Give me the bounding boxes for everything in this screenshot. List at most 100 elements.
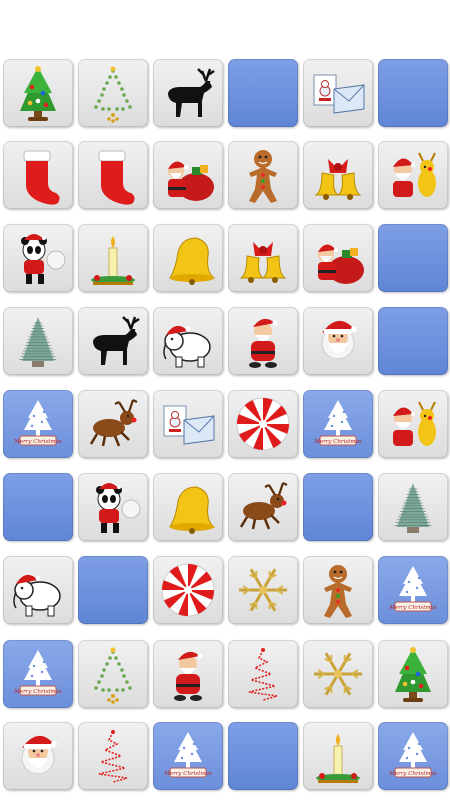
peppermint-icon [161,563,215,617]
card-tile-swirl-tree[interactable] [228,640,298,708]
santa-reindeer-icon [393,152,436,197]
bell-icon [169,486,216,534]
card-tile-flying-reindeer[interactable] [228,473,298,541]
santa-sitting-icon [249,318,278,368]
card-tile-bells-bow[interactable] [303,141,373,209]
snow-tree-card-icon: Merry Christmas [313,400,362,446]
card-tile-elephant[interactable] [153,307,223,375]
bell-icon [169,237,216,285]
card-tile-bell[interactable] [153,224,223,292]
card-tile-dotted-tree[interactable] [78,640,148,708]
snow-tree-card-icon: Merry Christmas [388,732,437,778]
santa-sitting-icon [174,651,203,701]
reindeer-silhouette-icon [93,316,140,365]
card-tile-bells-bow[interactable] [228,224,298,292]
flying-reindeer-icon [89,399,138,447]
card-tile-snow-tree-card[interactable]: Merry Christmas [153,722,223,790]
panda-icon [96,483,141,533]
christmas-tree-icon [395,647,431,702]
card-tile-snow-tree-card[interactable]: Merry Christmas [3,640,73,708]
hidden-card-tile[interactable] [3,473,73,541]
dotted-tree-icon [94,647,132,704]
card-tile-snowflake[interactable] [228,556,298,624]
card-tile-snowflake[interactable] [303,640,373,708]
elephant-icon [163,325,211,368]
dotted-tree-icon [94,66,132,123]
card-tile-elephant[interactable] [3,556,73,624]
swirl-tree-icon [97,730,128,783]
card-tile-christmas-tree[interactable] [3,59,73,127]
card-tile-candle[interactable] [78,224,148,292]
christmas-tree-icon [20,66,56,121]
card-tile-christmas-tree[interactable] [378,640,448,708]
card-tile-frosted-tree[interactable] [378,473,448,541]
card-tile-peppermint[interactable] [228,390,298,458]
card-tile-reindeer-silhouette[interactable] [153,59,223,127]
greeting-card-icon [313,74,365,114]
card-tile-santa-face[interactable] [3,722,73,790]
card-tile-greeting-card[interactable] [303,59,373,127]
card-tile-stocking[interactable] [78,141,148,209]
snow-tree-card-icon: Merry Christmas [163,732,212,778]
swirl-tree-icon [247,648,278,701]
card-tile-candle[interactable] [303,722,373,790]
santa-sack-icon [168,161,214,201]
card-tile-gingerbread-man[interactable] [228,141,298,209]
panda-icon [21,234,66,284]
frosted-tree-icon [394,483,432,533]
snowflake-icon [239,568,287,612]
card-tile-snow-tree-card[interactable]: Merry Christmas [378,722,448,790]
santa-face-icon [321,320,357,360]
santa-reindeer-icon [393,401,436,446]
santa-sack-icon [318,244,364,284]
snowflake-icon [314,652,362,696]
card-tile-swirl-tree[interactable] [78,722,148,790]
card-tile-frosted-tree[interactable] [3,307,73,375]
hidden-card-tile[interactable] [78,556,148,624]
snow-tree-card-icon: Merry Christmas [13,400,62,446]
hidden-card-tile[interactable] [228,722,298,790]
card-tile-santa-reindeer[interactable] [378,141,448,209]
card-tile-bell[interactable] [153,473,223,541]
flying-reindeer-icon [239,482,288,530]
hidden-card-tile[interactable] [378,307,448,375]
snow-tree-card-icon: Merry Christmas [388,566,437,612]
card-tile-stocking[interactable] [3,141,73,209]
candle-icon [316,734,360,783]
hidden-card-tile[interactable] [303,473,373,541]
card-tile-dotted-tree[interactable] [78,59,148,127]
gingerbread-man-icon [249,150,277,203]
card-tile-panda[interactable] [78,473,148,541]
card-tile-peppermint[interactable] [153,556,223,624]
card-tile-flying-reindeer[interactable] [78,390,148,458]
card-tile-snow-tree-card[interactable]: Merry Christmas [378,556,448,624]
hidden-card-tile[interactable] [378,59,448,127]
card-tile-snow-tree-card[interactable]: Merry Christmas [303,390,373,458]
card-tile-santa-sack[interactable] [153,141,223,209]
elephant-icon [13,574,61,617]
svg-text:Merry Christmas: Merry Christmas [388,771,437,777]
svg-text:Merry Christmas: Merry Christmas [163,771,212,777]
stocking-icon [98,150,135,205]
hidden-card-tile[interactable] [228,59,298,127]
peppermint-icon [236,397,290,451]
card-tile-santa-sitting[interactable] [228,307,298,375]
card-tile-santa-face[interactable] [303,307,373,375]
card-tile-reindeer-silhouette[interactable] [78,307,148,375]
reindeer-silhouette-icon [168,68,215,117]
svg-text:Merry Christmas: Merry Christmas [13,689,62,695]
card-tile-santa-reindeer[interactable] [378,390,448,458]
card-tile-santa-sack[interactable] [303,224,373,292]
bells-bow-icon [314,159,362,200]
svg-text:Merry Christmas: Merry Christmas [13,439,62,445]
card-tile-snow-tree-card[interactable]: Merry Christmas [3,390,73,458]
card-tile-greeting-card[interactable] [153,390,223,458]
frosted-tree-icon [19,317,57,367]
candle-icon [91,236,135,285]
greeting-card-icon [163,405,215,445]
hidden-card-tile[interactable] [378,224,448,292]
card-tile-panda[interactable] [3,224,73,292]
card-tile-gingerbread-man[interactable] [303,556,373,624]
card-tile-santa-sitting[interactable] [153,640,223,708]
snow-tree-card-icon: Merry Christmas [13,650,62,696]
